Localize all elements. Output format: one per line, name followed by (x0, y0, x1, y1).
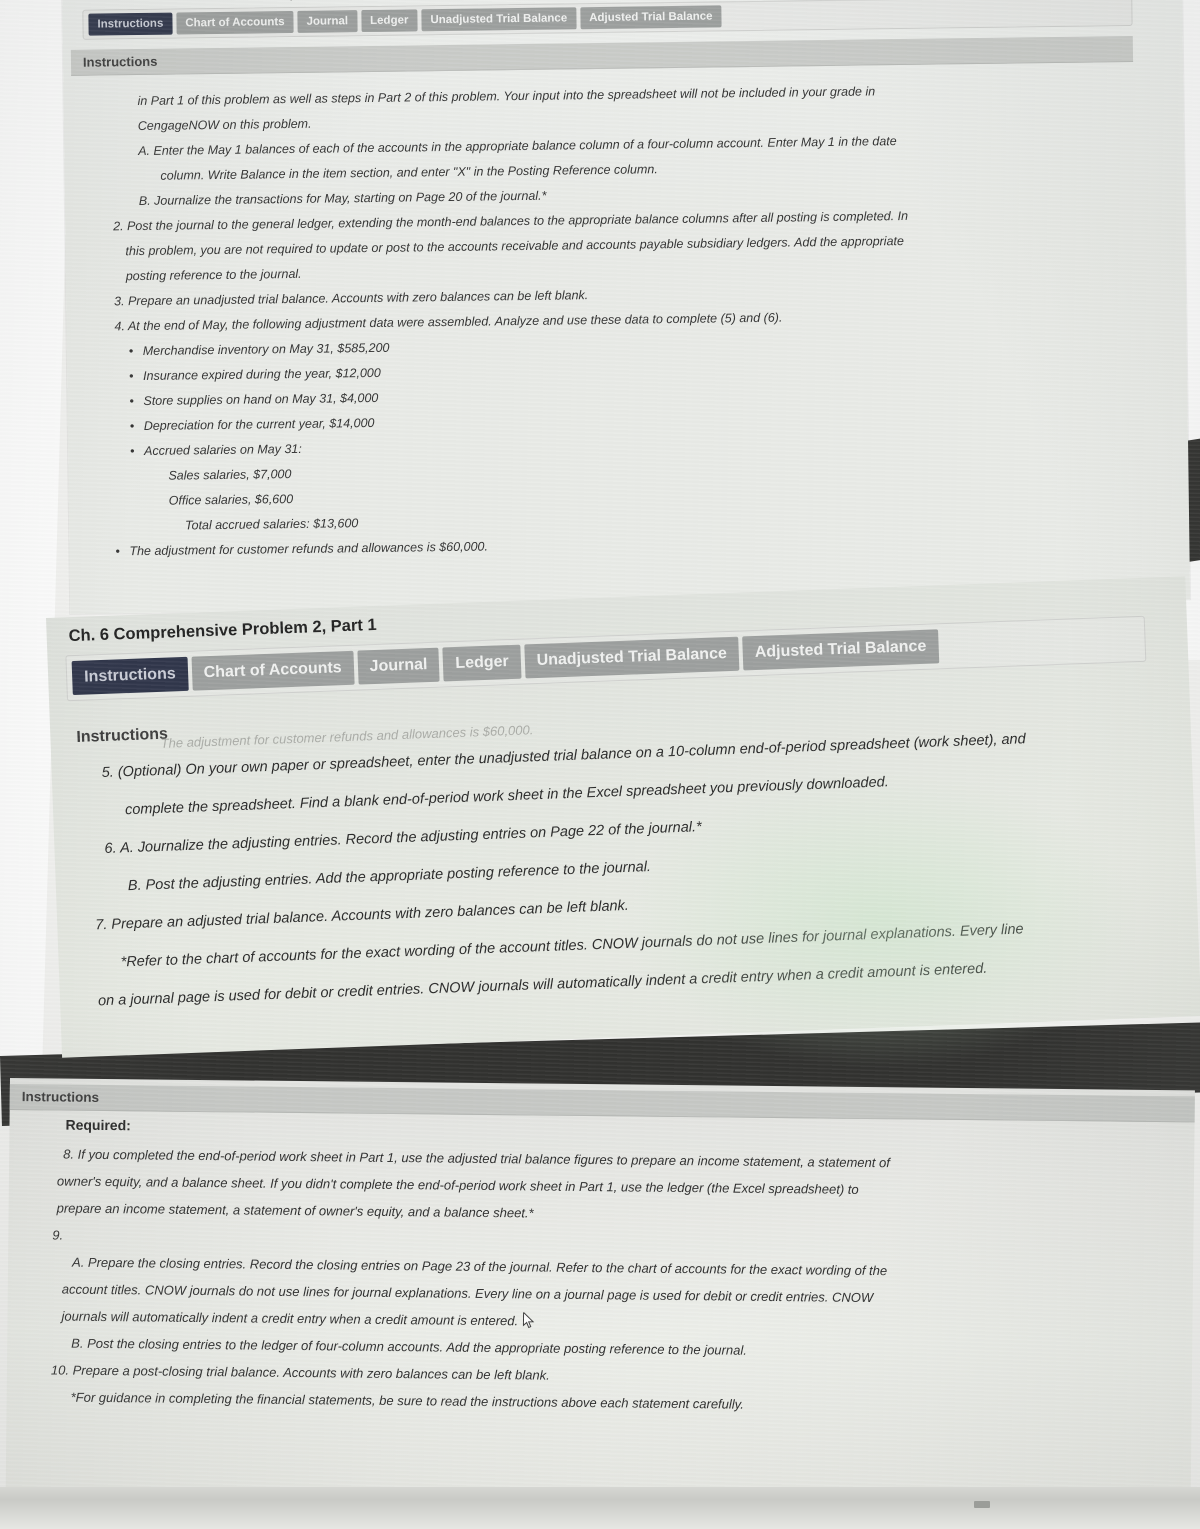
panel-instructions-bottom: Instructions Required: 8. If you complet… (5, 1078, 1195, 1511)
panel2-section-header: Instructions (76, 725, 169, 746)
tab-instructions[interactable]: Instructions (88, 12, 173, 36)
tab-chart-of-accounts[interactable]: Chart of Accounts (191, 650, 355, 691)
instruction-line-text: journals will automatically indent a cre… (61, 1308, 519, 1329)
tab-journal[interactable]: Journal (357, 647, 441, 685)
panel-instructions-top: ...roblem 2, Part 1 Instructions Chart o… (62, 0, 1191, 614)
panel2-instruction-body: 5. (Optional) On your own paper or sprea… (69, 715, 1184, 1045)
bottom-window-chrome (0, 1487, 1200, 1529)
tab-unadjusted-trial-balance[interactable]: Unadjusted Trial Balance (421, 7, 577, 32)
screen-photo: ...roblem 2, Part 1 Instructions Chart o… (0, 0, 1200, 1529)
tab-adjusted-trial-balance[interactable]: Adjusted Trial Balance (742, 629, 939, 671)
tab-chart-of-accounts[interactable]: Chart of Accounts (176, 10, 294, 35)
panel1-cut-title: ...roblem 2, Part 1 (212, 0, 341, 3)
tab-adjusted-trial-balance[interactable]: Adjusted Trial Balance (580, 5, 722, 30)
panel2-page-title: Ch. 6 Comprehensive Problem 2, Part 1 (68, 615, 377, 646)
mouse-pointer-icon (522, 1310, 535, 1329)
panel3-required-label: Required: (65, 1116, 131, 1134)
tab-instructions[interactable]: Instructions (71, 656, 189, 696)
tab-ledger[interactable]: Ledger (442, 644, 522, 682)
tab-unadjusted-trial-balance[interactable]: Unadjusted Trial Balance (524, 636, 740, 679)
panel3-instruction-body: 8. If you completed the end-of-period wo… (32, 1140, 1165, 1492)
tab-ledger[interactable]: Ledger (360, 9, 418, 33)
panel3-section-header: Instructions (9, 1083, 1195, 1123)
panel1-tab-bar[interactable]: Instructions Chart of Accounts Journal L… (82, 0, 1133, 40)
panel-instructions-middle: Ch. 6 Comprehensive Problem 2, Part 1 In… (46, 576, 1200, 1058)
panel1-instruction-body: in Part 1 of this problem as well as ste… (71, 62, 1140, 606)
window-nub-icon (974, 1501, 990, 1508)
tab-journal[interactable]: Journal (297, 10, 358, 33)
